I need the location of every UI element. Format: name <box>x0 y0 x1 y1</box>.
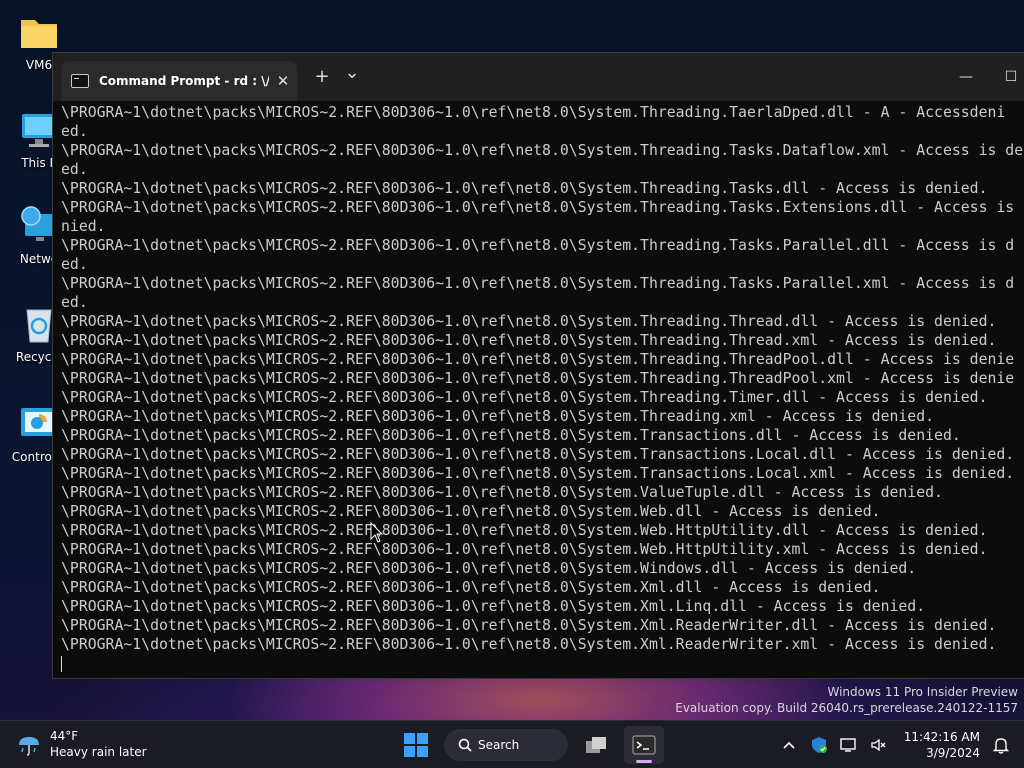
monitor-network-icon <box>840 738 856 752</box>
watermark-line-2: Evaluation copy. Build 26040.rs_prerelea… <box>675 701 1018 715</box>
shield-icon <box>811 737 827 753</box>
volume-tray-button[interactable] <box>864 730 894 760</box>
watermark-line-1: Windows 11 Pro Insider Preview <box>827 685 1018 699</box>
mouse-pointer-icon <box>370 522 384 543</box>
maximize-button[interactable]: ☐ <box>988 57 1024 97</box>
system-tray: 11:42:16 AM 3/9/2024 <box>774 721 1024 768</box>
tab-title: Command Prompt - rd : \/s / <box>99 74 269 88</box>
terminal-line: \PROGRA~1\dotnet\packs\MICROS~2.REF\80D3… <box>61 465 1015 482</box>
terminal-line: \PROGRA~1\dotnet\packs\MICROS~2.REF\80D3… <box>61 636 997 653</box>
taskbar-apps: Search <box>398 726 664 764</box>
terminal-line: \PROGRA~1\dotnet\packs\MICROS~2.REF\80D3… <box>61 617 997 634</box>
chevron-up-icon <box>783 741 795 749</box>
task-view-button[interactable] <box>576 726 616 764</box>
taskbar: 44°F Heavy rain later Search 11:42:16 AM… <box>0 720 1024 768</box>
clock[interactable]: 11:42:16 AM 3/9/2024 <box>904 729 980 761</box>
terminal-line: \PROGRA~1\dotnet\packs\MICROS~2.REF\80D3… <box>61 199 1015 216</box>
cmd-icon <box>71 74 89 88</box>
terminal-line: ed. <box>61 294 88 311</box>
network-tray-button[interactable] <box>834 730 864 760</box>
weather-description: Heavy rain later <box>50 745 147 759</box>
terminal-line: \PROGRA~1\dotnet\packs\MICROS~2.REF\80D3… <box>61 332 997 349</box>
show-hidden-icons-button[interactable] <box>774 730 804 760</box>
terminal-line: \PROGRA~1\dotnet\packs\MICROS~2.REF\80D3… <box>61 313 997 330</box>
terminal-line: \PROGRA~1\dotnet\packs\MICROS~2.REF\80D3… <box>61 484 943 501</box>
minimize-button[interactable]: — <box>943 57 989 97</box>
clock-date: 3/9/2024 <box>926 746 980 760</box>
terminal-line: \PROGRA~1\dotnet\packs\MICROS~2.REF\80D3… <box>61 142 1024 159</box>
start-button[interactable] <box>398 727 434 763</box>
new-tab-button[interactable]: + <box>308 65 336 89</box>
tab-dropdown-button[interactable]: ⌄ <box>338 61 366 85</box>
weather-widget[interactable]: 44°F Heavy rain later <box>16 728 147 760</box>
terminal-line: \PROGRA~1\dotnet\packs\MICROS~2.REF\80D3… <box>61 237 1015 254</box>
weather-temperature: 44°F <box>50 729 79 743</box>
terminal-line: \PROGRA~1\dotnet\packs\MICROS~2.REF\80D3… <box>61 560 917 577</box>
terminal-line: \PROGRA~1\dotnet\packs\MICROS~2.REF\80D3… <box>61 503 881 520</box>
prompt-line[interactable] <box>61 654 1024 673</box>
terminal-line: ed. <box>61 123 88 140</box>
folder-icon <box>21 20 57 48</box>
terminal-app-icon <box>632 735 656 755</box>
title-bar[interactable]: Command Prompt - rd : \/s / ✕ + ⌄ — ☐ <box>53 53 1024 101</box>
task-view-icon <box>586 737 606 753</box>
active-app-indicator <box>636 760 652 763</box>
terminal-output[interactable]: \PROGRA~1\dotnet\packs\MICROS~2.REF\80D3… <box>61 103 1024 678</box>
search-button[interactable]: Search <box>444 729 568 761</box>
notifications-button[interactable] <box>986 730 1016 760</box>
terminal-line: \PROGRA~1\dotnet\packs\MICROS~2.REF\80D3… <box>61 579 881 596</box>
terminal-line: \PROGRA~1\dotnet\packs\MICROS~2.REF\80D3… <box>61 351 1015 368</box>
search-label: Search <box>478 738 520 752</box>
terminal-line: \PROGRA~1\dotnet\packs\MICROS~2.REF\80D3… <box>61 389 988 406</box>
search-icon <box>458 738 472 752</box>
terminal-line: ed. <box>61 161 88 178</box>
terminal-line: \PROGRA~1\dotnet\packs\MICROS~2.REF\80D3… <box>61 370 1015 387</box>
tab-command-prompt[interactable]: Command Prompt - rd : \/s / ✕ <box>61 61 297 101</box>
terminal-line: \PROGRA~1\dotnet\packs\MICROS~2.REF\80D3… <box>61 408 935 425</box>
terminal-line: \PROGRA~1\dotnet\packs\MICROS~2.REF\80D3… <box>61 598 926 615</box>
terminal-line: \PROGRA~1\dotnet\packs\MICROS~2.REF\80D3… <box>61 446 1015 463</box>
terminal-line: \PROGRA~1\dotnet\packs\MICROS~2.REF\80D3… <box>61 541 988 558</box>
clock-time: 11:42:16 AM <box>903 730 980 744</box>
terminal-line: ed. <box>61 256 88 273</box>
bell-icon <box>993 738 1009 754</box>
terminal-line: nied. <box>61 218 106 235</box>
close-tab-button[interactable]: ✕ <box>269 72 297 90</box>
taskbar-terminal-app[interactable] <box>624 726 664 764</box>
terminal-line: \PROGRA~1\dotnet\packs\MICROS~2.REF\80D3… <box>61 104 1006 121</box>
speaker-muted-icon <box>871 738 886 752</box>
windows-logo-icon <box>404 733 428 757</box>
terminal-line: \PROGRA~1\dotnet\packs\MICROS~2.REF\80D3… <box>61 180 988 197</box>
rain-icon <box>19 737 39 756</box>
evaluation-watermark: Windows 11 Pro Insider Preview Evaluatio… <box>675 684 1018 716</box>
terminal-line: \PROGRA~1\dotnet\packs\MICROS~2.REF\80D3… <box>61 522 988 539</box>
terminal-line: \PROGRA~1\dotnet\packs\MICROS~2.REF\80D3… <box>61 427 961 444</box>
security-tray-button[interactable] <box>804 730 834 760</box>
terminal-line: \PROGRA~1\dotnet\packs\MICROS~2.REF\80D3… <box>61 275 1015 292</box>
terminal-window: Command Prompt - rd : \/s / ✕ + ⌄ — ☐ \P… <box>52 52 1024 679</box>
desktop-icon-label: VM6 <box>25 58 53 72</box>
text-cursor <box>61 656 62 672</box>
